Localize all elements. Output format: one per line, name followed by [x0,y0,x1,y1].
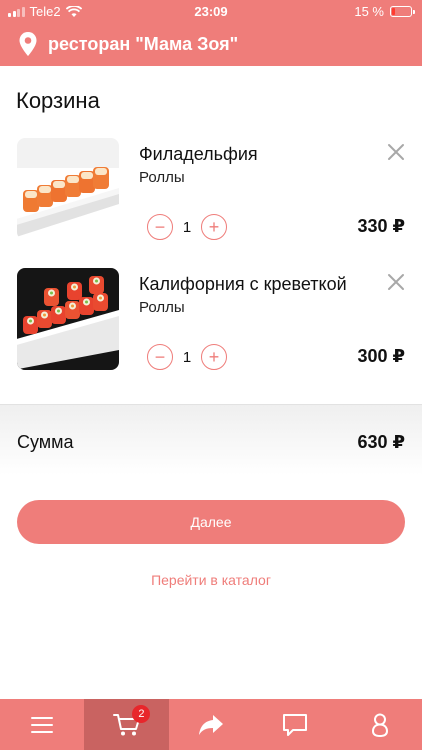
product-price: 300 ₽ [357,346,405,366]
product-price: 330 ₽ [357,216,405,236]
tab-bar: 2 [0,699,422,750]
tab-chat[interactable] [253,699,337,750]
location-pin-icon [19,32,37,56]
product-image[interactable] [17,268,119,370]
restaurant-name: ресторан "Мама Зоя" [48,33,239,54]
battery-icon [390,6,415,17]
sum-label: Сумма [17,432,74,452]
page-title: Корзина [16,88,100,113]
chat-icon [283,713,308,736]
quantity-value: 1 [182,218,192,236]
go-to-catalog-link[interactable]: Перейти в каталог [0,572,422,588]
status-right: 15 % [354,4,415,19]
battery-percent: 15 % [354,4,384,19]
status-bar: Tele2 23:09 15 % [0,0,422,22]
product-name[interactable]: Калифорния с креветкой [139,274,347,295]
cart-count-badge: 2 [132,705,151,723]
quantity-stepper: − 1 + [147,214,227,240]
tab-share[interactable] [169,699,253,750]
decrease-button[interactable]: − [147,344,173,370]
increase-button[interactable]: + [201,344,227,370]
product-name[interactable]: Филадельфия [139,144,258,165]
tab-profile[interactable] [338,699,422,750]
next-button[interactable]: Далее [17,500,405,544]
share-icon [199,714,224,735]
sum-total: 630 ₽ [357,432,405,452]
tab-cart[interactable]: 2 [84,699,169,750]
quantity-stepper: − 1 + [147,344,227,370]
product-category: Роллы [139,169,185,186]
cart-item: Филадельфия Роллы − 1 + 330 ₽ [0,138,422,242]
product-category: Роллы [139,299,185,316]
cart-item: Калифорния с креветкой Роллы − 1 + 300 ₽ [0,268,422,372]
tab-menu[interactable] [0,699,84,750]
profile-icon [371,713,388,737]
product-image[interactable] [17,138,119,240]
quantity-value: 1 [182,348,192,366]
increase-button[interactable]: + [201,214,227,240]
close-icon[interactable] [386,272,406,292]
restaurant-header[interactable]: ресторан "Мама Зоя" [0,22,422,66]
close-icon[interactable] [386,142,406,162]
menu-icon [31,716,54,733]
decrease-button[interactable]: − [147,214,173,240]
